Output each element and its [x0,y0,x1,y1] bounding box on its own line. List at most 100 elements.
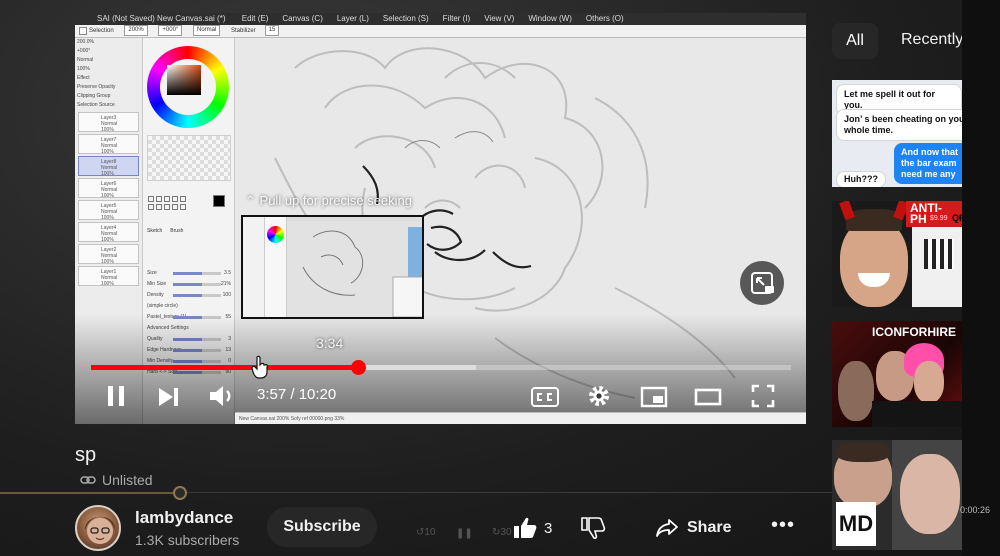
video-player[interactable]: SAI (Not Saved) New Canvas.sai (*) Edit … [75,13,806,424]
pause-ghost-icon: ❚❚ [456,528,473,539]
theater-icon [694,388,722,406]
mini-progress-handle[interactable] [173,486,187,500]
thumbnail-logo: MD [836,502,876,546]
foreground-color-swatch [213,195,225,207]
rewind-ghost-label: 10 [424,527,436,538]
miniplayer-overlay-button[interactable] [740,261,784,305]
more-actions-button[interactable]: ••• [768,515,798,541]
channel-avatar[interactable] [75,505,121,551]
sai-layer-item: Layer6 Normal 100% [78,178,139,199]
seek-preview-thumbnail [241,215,424,319]
share-button[interactable]: Share [655,508,731,548]
sai-layer-item: Layer5 Normal 100% [78,200,139,221]
sai-tool-slider [173,272,221,275]
privacy-status: Unlisted [80,472,153,488]
sai-tool-setting-label: Min Size [147,281,167,287]
sai-tool-name: Sketch [147,228,163,234]
thumbnail-qr-label: QR [952,213,962,223]
recommended-video-thumbnail[interactable]: ANTI-PH $9.99 QR [832,201,962,307]
sai-menu-item: Selection (S) [382,14,429,23]
sai-menu-item: Filter (I) [442,14,471,23]
sai-toolbar-stabilizer-value: 15 [264,25,280,36]
sai-tool-slider [173,283,221,286]
pause-button[interactable] [103,383,129,409]
sai-left-row: Clipping Group [77,93,111,99]
chip-recently[interactable]: Recently [901,31,963,49]
sai-menubar-title: SAI (Not Saved) New Canvas.sai (*) [97,14,226,23]
chat-bubble: Jon’ s been cheating on you whole time. [836,109,962,141]
like-button[interactable]: 3 [512,516,552,540]
clothing-image [872,401,962,427]
chip-all[interactable]: All [832,23,878,59]
sai-left-row: 200.0% [77,39,94,45]
captions-button[interactable] [530,385,560,409]
sai-tool-names: Sketch Brush [147,228,191,234]
sai-status-text: New Canvas.sai 200% Sofy ref 00000.png 3… [239,416,345,422]
sai-tool-setting-value: 21% [220,281,231,287]
sai-layer-opacity: 100% [101,171,114,177]
sai-layer-item: Layer2 Normal 100% [78,244,139,265]
time-display: 3:57 / 10:20 [257,386,337,403]
sai-layer-opacity: 100% [101,127,114,133]
sai-toolbar-zoom: 200% [124,25,148,36]
thumbs-down-icon [581,517,606,540]
progress-played [91,365,359,370]
person-face-image [900,454,960,534]
progress-bar[interactable] [91,360,791,375]
volume-button[interactable] [207,383,237,409]
recommended-video-thumbnail[interactable]: ICONFORHIRE [832,321,962,427]
privacy-label: Unlisted [102,472,153,488]
next-icon [159,388,178,406]
person-face-image [840,219,908,307]
subscriber-count: 1.3K subscribers [135,532,240,548]
tool-icons [147,196,209,220]
subscribe-button[interactable]: Subscribe [267,507,377,547]
sai-tool-setting-label: Size [147,270,157,276]
devil-horn-icon [839,201,855,221]
seek-preview-time: 3:34 [316,335,344,351]
theater-mode-button[interactable] [693,385,723,409]
person-image [838,361,874,421]
like-dislike-group: 3 [512,508,632,548]
recommended-video-thumbnail[interactable]: MD [832,440,962,550]
chevron-up-icon: ⌃ [245,193,256,208]
person-face-image [914,361,944,403]
rewind-ghost-icon: ↺10 [416,527,436,538]
hand-cursor-icon [251,355,268,379]
qr-code-icon [924,239,954,269]
mini-progress-played [0,492,180,494]
hair-image [836,442,890,462]
sai-left-row: Preserve Opacity [77,84,116,90]
dislike-button[interactable] [580,516,606,540]
share-icon [656,519,678,537]
sai-layer-opacity: 100% [101,149,114,155]
settings-button[interactable] [586,383,612,409]
sai-layer-item: Layer7 Normal 100% [78,134,139,155]
miniplayer-button[interactable] [639,385,669,409]
sai-tool-setting: (simple circle) [147,303,231,310]
thumbnail-banner: ICONFORHIRE [872,325,956,339]
sai-tool-name: Brush [170,228,184,234]
sai-left-row: Effect [77,75,90,81]
seek-hint: ⌃ Pull up for precise seeking [245,193,412,209]
recommended-video-thumbnail[interactable]: Let me spell it out for you. Jon’ s been… [832,80,962,187]
sai-menu-item: Edit (E) [241,14,269,23]
fullscreen-button[interactable] [750,383,776,409]
sai-tool-setting-label: Density [147,292,164,298]
channel-name[interactable]: lambydance [135,508,233,528]
sai-layer-item: Layer8 Normal 100% [78,156,139,177]
next-button[interactable] [155,385,181,409]
gear-icon [589,386,609,406]
sai-layer-opacity: 100% [101,237,114,243]
sai-layer-item: Layer3 Normal 100% [78,112,139,133]
sai-toolbar-rotation: +000° [158,25,183,36]
sai-layer-opacity: 100% [101,215,114,221]
sai-tool-setting-value: 3.5 [224,270,231,276]
sai-menubar: SAI (Not Saved) New Canvas.sai (*) Edit … [75,13,806,25]
sai-toolbar-stabilizer-label: Stabilizer [231,28,256,35]
sai-tool-setting-value: 100 [222,292,231,298]
sai-toolbar-selection: Selection [89,28,114,35]
picture-in-picture-icon [751,272,774,294]
sai-tool-slider [173,294,221,297]
sai-left-row: 100% [77,66,90,72]
